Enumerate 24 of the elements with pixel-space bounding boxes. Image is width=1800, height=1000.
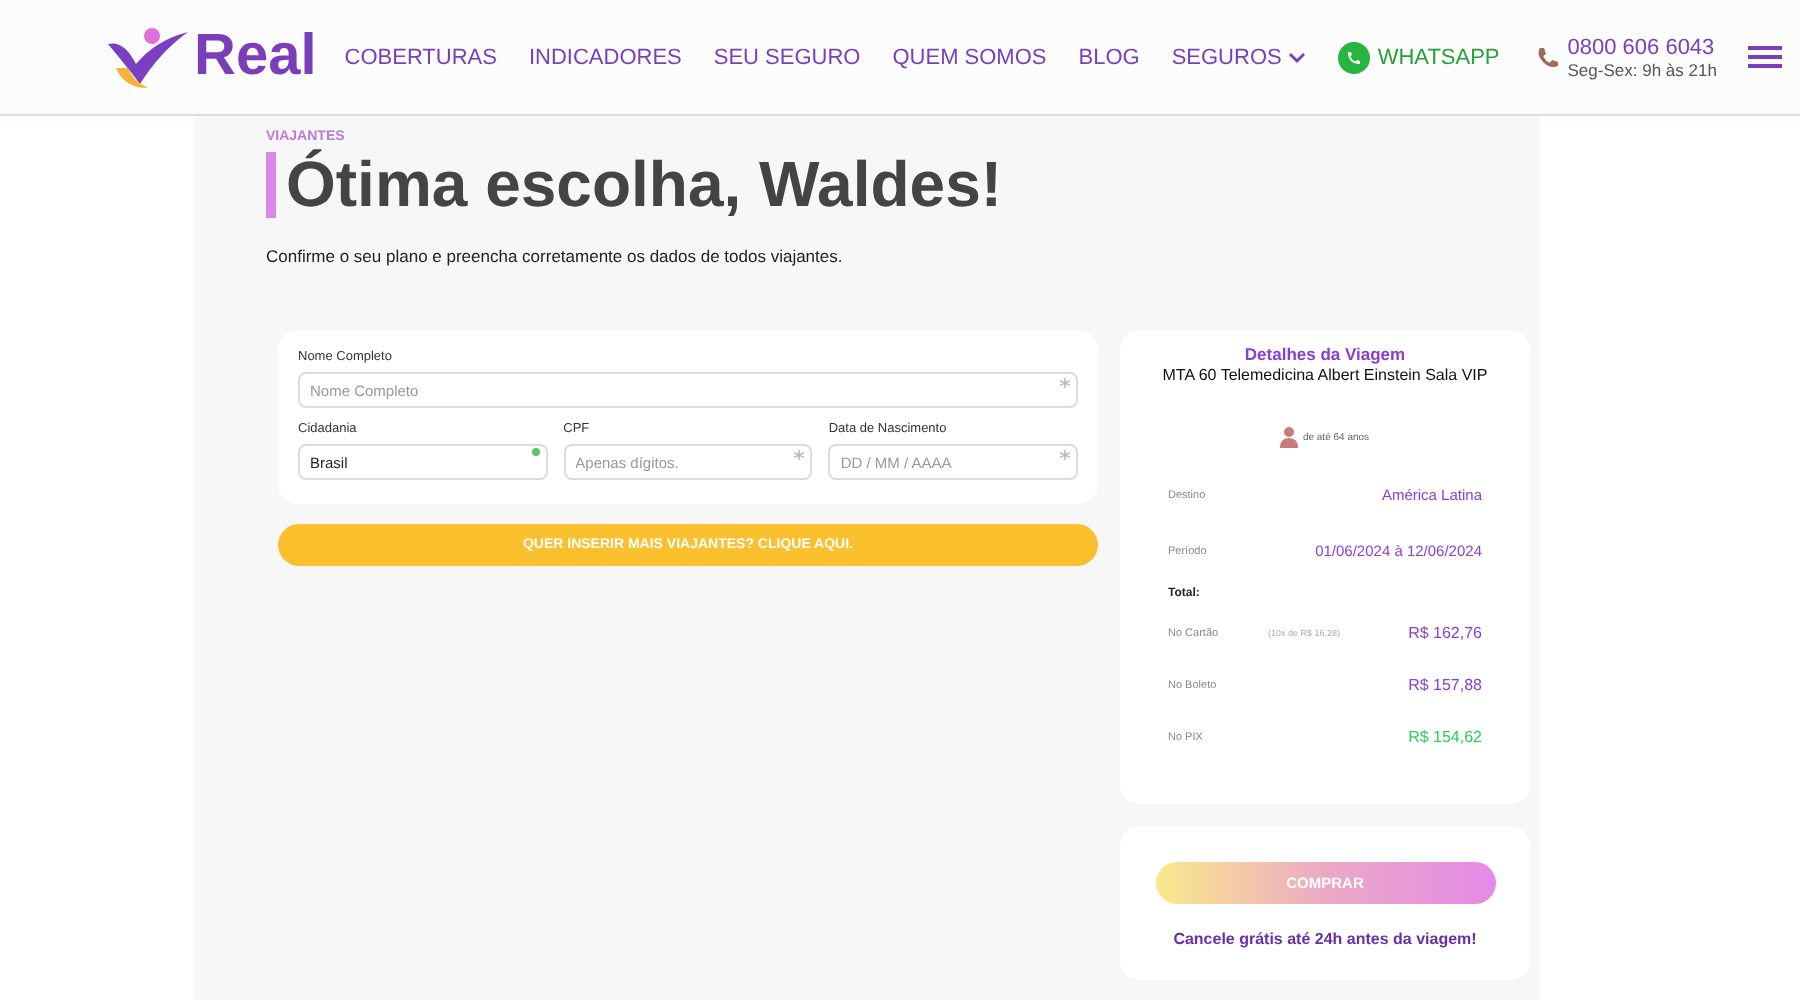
plan-name: MTA 60 Telemedicina Albert Einstein Sala VIP	[1160, 366, 1490, 384]
subtitle: Confirme o seu plano e preencha corretamente os dados de todos viajantes.	[266, 246, 845, 266]
price: R$ 157,88	[1408, 676, 1482, 694]
whatsapp-icon	[1337, 41, 1370, 73]
menu-icon[interactable]	[1748, 46, 1783, 68]
logo-icon	[104, 23, 192, 91]
price: R$ 162,76	[1408, 624, 1482, 642]
cancel-note: Cancele grátis até 24h antes da viagem!	[1173, 930, 1477, 948]
chevron-down-icon	[1287, 51, 1306, 63]
phone-icon	[1535, 45, 1560, 69]
nav-link[interactable]: INDICADORES	[528, 45, 682, 69]
opening-hours: Seg-Sex: 9h às 21h	[1567, 59, 1717, 79]
phone-number[interactable]: 0800 606 6043	[1567, 35, 1717, 59]
nav-link[interactable]: SEGUROS	[1171, 45, 1306, 69]
page-title: Ótima escolha, Waldes!	[286, 148, 1003, 222]
card-title: Detalhes da Viagem	[1242, 344, 1408, 364]
price: R$ 154,62	[1408, 728, 1482, 746]
nav-link[interactable]: QUEM SOMOS	[892, 45, 1047, 69]
nav-link[interactable]: SEU SEGURO	[713, 45, 861, 69]
logo-text[interactable]: Real	[194, 24, 317, 90]
nav-link[interactable]: BLOG	[1078, 45, 1140, 69]
nav-link[interactable]: COBERTURAS	[344, 45, 497, 69]
person-icon	[1280, 426, 1299, 448]
whatsapp-link[interactable]: WHATSAPP	[1337, 41, 1500, 73]
